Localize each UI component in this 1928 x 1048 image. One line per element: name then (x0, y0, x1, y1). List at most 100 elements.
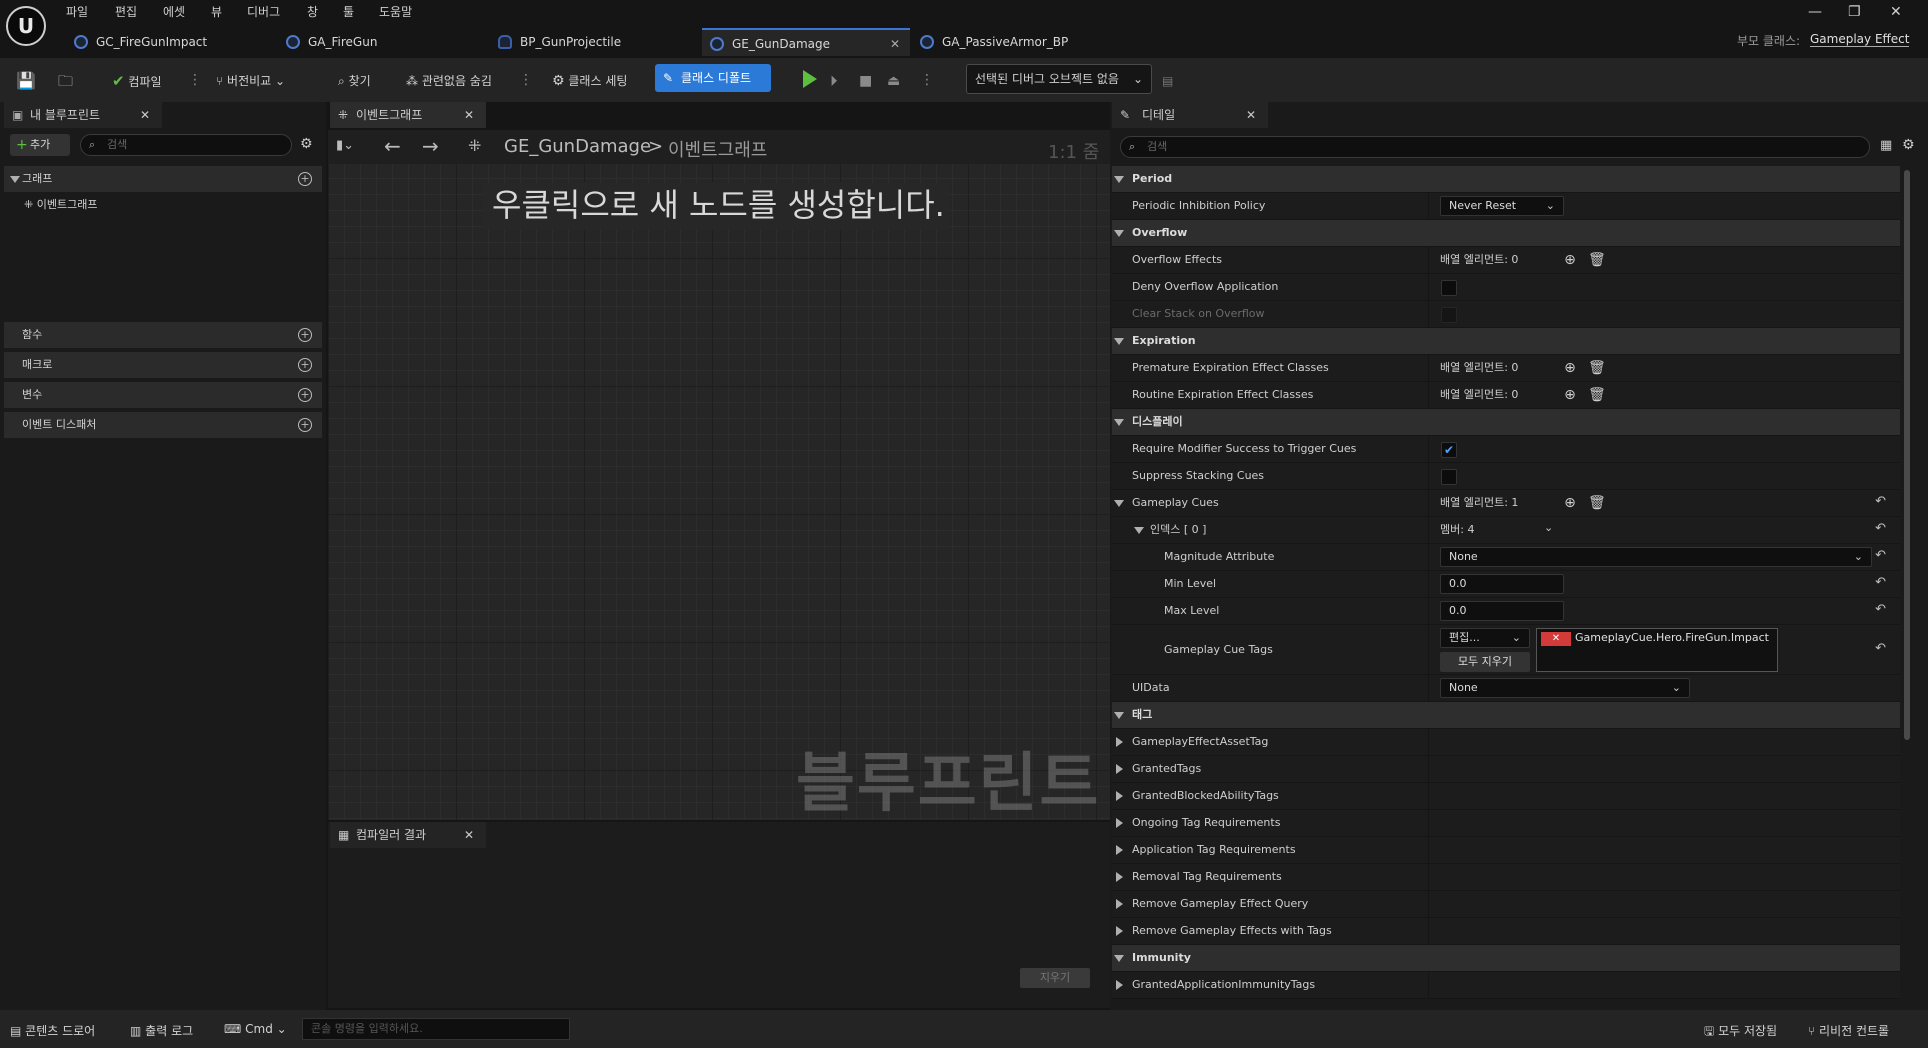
menu-view[interactable]: 뷰 (211, 2, 222, 22)
window-close-icon[interactable]: ✕ (1890, 4, 1902, 20)
diff-button[interactable]: ⑂ 버전비교 ⌄ (216, 68, 285, 94)
row-tag[interactable]: GrantedBlockedAbilityTags (1112, 783, 1900, 810)
section-overflow[interactable]: Overflow (1112, 220, 1900, 247)
output-log-button[interactable]: ▥ 출력 로그 (130, 1022, 193, 1039)
more-options-icon[interactable]: ⋮ (920, 70, 934, 92)
play-icon[interactable] (803, 70, 817, 88)
section-period[interactable]: Period (1112, 166, 1900, 193)
close-icon[interactable]: ✕ (140, 102, 150, 128)
my-blueprint-tab[interactable]: ▣ 내 블루프린트 ✕ (4, 102, 162, 128)
section-event-dispatchers[interactable]: 이벤트 디스패처 + (4, 412, 322, 438)
section-variables[interactable]: 변수 + (4, 382, 322, 408)
section-immunity[interactable]: Immunity (1112, 945, 1900, 972)
blueprint-search-input[interactable]: ⌕ 검색 (80, 134, 292, 156)
reset-icon[interactable]: ↶ (1875, 521, 1886, 536)
row-tag[interactable]: Remove Gameplay Effects with Tags (1112, 918, 1900, 945)
cmd-select[interactable]: ⌨ Cmd ⌄ (224, 1022, 287, 1036)
tab-bp-gunprojectile[interactable]: BP_GunProjectile (490, 28, 700, 56)
add-variable-icon[interactable]: + (298, 388, 312, 402)
row-tag[interactable]: Ongoing Tag Requirements (1112, 810, 1900, 837)
uidata-select[interactable]: None ⌄ (1440, 678, 1690, 698)
section-display[interactable]: 디스플레이 (1112, 409, 1900, 436)
row-tag[interactable]: Removal Tag Requirements (1112, 864, 1900, 891)
eject-icon[interactable]: ⏏ (887, 68, 900, 94)
trash-icon[interactable]: 🗑 (1588, 387, 1606, 403)
periodic-inhibition-select[interactable]: Never Reset ⌄ (1440, 196, 1564, 216)
more-options-icon[interactable]: ⋮ (519, 70, 533, 92)
suppress-stacking-checkbox[interactable] (1441, 469, 1457, 485)
details-search-input[interactable]: ⌕ 검색 (1120, 136, 1870, 158)
clear-all-tags-button[interactable]: 모두 지우기 (1440, 652, 1530, 672)
details-scrollbar[interactable] (1904, 170, 1910, 740)
unreal-logo-icon[interactable]: U (6, 6, 46, 46)
add-element-icon[interactable]: ⊕ (1562, 387, 1578, 403)
add-element-icon[interactable]: ⊕ (1562, 495, 1578, 511)
revision-control-button[interactable]: ⑂ 리비전 컨트롤 (1808, 1022, 1889, 1039)
magnitude-attribute-select[interactable]: None ⌄ (1440, 547, 1872, 567)
tab-eventgraph[interactable]: ⁜ 이벤트그래프 ✕ (330, 102, 486, 128)
parent-class-link[interactable]: Gameplay Effect (1810, 32, 1910, 47)
add-macro-icon[interactable]: + (298, 358, 312, 372)
menu-debug[interactable]: 디버그 (247, 2, 280, 22)
row-tag[interactable]: GrantedTags (1112, 756, 1900, 783)
collapse-arrow-icon[interactable] (1114, 500, 1124, 507)
tab-ge-gundamage[interactable]: GE_GunDamage ✕ (702, 28, 910, 56)
back-arrow-icon[interactable]: ← (384, 134, 401, 158)
reset-icon[interactable]: ↶ (1875, 494, 1886, 509)
graph-item-eventgraph[interactable]: ⁜ 이벤트그래프 (24, 196, 97, 212)
section-macros[interactable]: 매크로 + (4, 352, 322, 378)
add-dispatcher-icon[interactable]: + (298, 418, 312, 432)
clear-button[interactable]: 지우기 (1020, 968, 1090, 988)
class-defaults-button[interactable]: ✎ 클래스 디폴트 (655, 64, 771, 92)
debug-object-select[interactable]: 선택된 디버그 오브젝트 없음 ⌄ (966, 64, 1152, 94)
deny-overflow-checkbox[interactable] (1441, 280, 1457, 296)
add-element-icon[interactable]: ⊕ (1562, 360, 1578, 376)
section-graphs[interactable]: 그래프 + (4, 166, 322, 192)
table-view-icon[interactable]: ▦ (1880, 138, 1892, 153)
collapse-arrow-icon[interactable] (1134, 527, 1144, 534)
close-icon[interactable]: ✕ (890, 30, 900, 58)
close-icon[interactable]: ✕ (464, 102, 474, 128)
find-button[interactable]: ⌕ 찾기 (338, 68, 371, 94)
gear-icon[interactable]: ⚙ (300, 136, 313, 152)
content-drawer-button[interactable]: ▤ 콘텐츠 드로어 (10, 1022, 95, 1039)
row-tag[interactable]: Application Tag Requirements (1112, 837, 1900, 864)
menu-tools[interactable]: 툴 (343, 2, 354, 22)
minimize-icon[interactable]: — (1808, 4, 1822, 20)
hide-unrelated-button[interactable]: ⁂ 관련없음 숨김 (406, 68, 492, 94)
add-graph-icon[interactable]: + (298, 172, 312, 186)
require-modifier-checkbox[interactable]: ✔ (1441, 442, 1457, 458)
gear-icon[interactable]: ⚙ (1902, 137, 1915, 153)
debug-filter-icon[interactable]: ▤ (1162, 68, 1173, 94)
class-settings-button[interactable]: ⚙ 클래스 세팅 (552, 68, 627, 94)
tab-ga-firegun[interactable]: GA_FireGun (278, 28, 488, 56)
section-functions[interactable]: 함수 + (4, 322, 322, 348)
min-level-input[interactable]: 0.0 (1440, 574, 1564, 594)
close-icon[interactable]: ✕ (464, 822, 474, 848)
forward-arrow-icon[interactable]: → (422, 134, 439, 158)
row-tag[interactable]: Remove Gameplay Effect Query (1112, 891, 1900, 918)
stop-icon[interactable]: ■ (859, 68, 872, 94)
menu-help[interactable]: 도움말 (379, 2, 412, 22)
bookmark-icon[interactable]: ▮⌄ (336, 138, 354, 153)
section-tags[interactable]: 태그 (1112, 702, 1900, 729)
menu-asset[interactable]: 에셋 (163, 2, 185, 22)
trash-icon[interactable]: 🗑 (1588, 252, 1606, 268)
step-icon[interactable]: ⏵ (830, 68, 838, 94)
edit-tags-select[interactable]: 편집... ⌄ (1440, 628, 1530, 648)
reset-icon[interactable]: ↶ (1875, 575, 1886, 590)
breadcrumb-asset[interactable]: GE_GunDamage (504, 136, 651, 157)
reset-icon[interactable]: ↶ (1875, 548, 1886, 563)
tab-ga-passivearmor-bp[interactable]: GA_PassiveArmor_BP (912, 28, 1122, 56)
browse-icon[interactable]: 🗀 (58, 68, 73, 94)
trash-icon[interactable]: 🗑 (1588, 495, 1606, 511)
section-expiration[interactable]: Expiration (1112, 328, 1900, 355)
restore-icon[interactable]: ❐ (1848, 4, 1861, 20)
reset-icon[interactable]: ↶ (1875, 641, 1886, 656)
details-tab[interactable]: ✎ 디테일 ✕ (1112, 102, 1268, 128)
menu-edit[interactable]: 편집 (115, 2, 137, 22)
add-button[interactable]: + 추가 (10, 134, 70, 156)
row-tag[interactable]: GameplayEffectAssetTag (1112, 729, 1900, 756)
console-command-input[interactable]: 콘솔 명령을 입력하세요. (302, 1018, 570, 1040)
remove-tag-icon[interactable]: ✕ (1541, 632, 1571, 646)
